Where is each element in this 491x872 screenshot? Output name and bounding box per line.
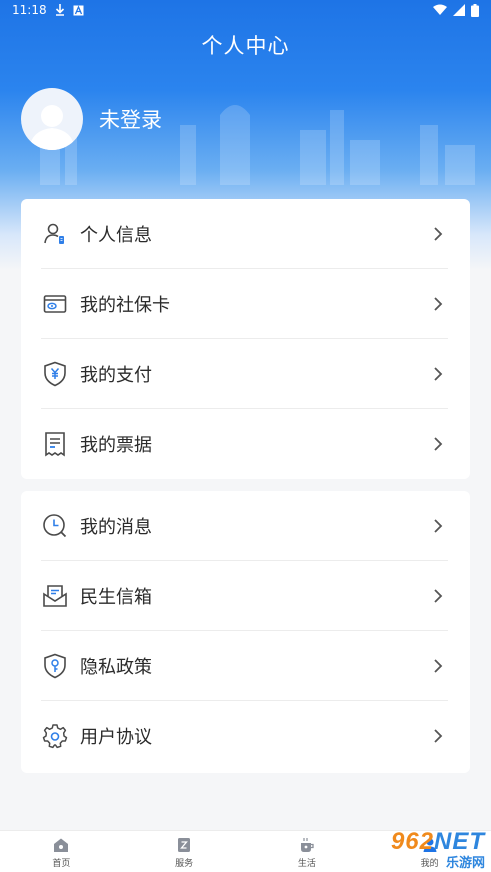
menu-item-mailbox[interactable]: 民生信箱 [21,561,470,631]
menu-item-label: 隐私政策 [80,657,152,678]
life-cup-icon [300,838,314,852]
chevron-right-icon [434,589,443,603]
menu-item-label: 我的支付 [80,365,152,386]
signal-icon [453,4,465,16]
chevron-right-icon [434,729,443,743]
tab-label: 首页 [52,859,71,869]
avatar[interactable] [21,88,83,150]
menu-item-label: 用户协议 [80,727,152,748]
watermark-number: 962 [390,827,434,855]
chevron-right-icon [434,659,443,673]
menu-item-my-receipts[interactable]: 我的票据 [21,409,470,479]
menu-group-account: 个人信息 我的社保卡 我的支付 我的票据 [21,199,470,479]
menu-item-label: 个人信息 [80,225,152,246]
tab-label: 生活 [297,859,316,869]
menu-item-privacy-policy[interactable]: 隐私政策 [21,631,470,701]
status-bar: 11:18 [0,0,491,20]
menu-item-label: 我的消息 [80,517,152,538]
watermark-subtitle: 乐游网 [445,855,485,871]
profile-section[interactable]: 未登录 [21,88,162,150]
service-icon [178,838,191,852]
payment-shield-icon [42,361,68,387]
menu-item-my-messages[interactable]: 我的消息 [21,491,470,561]
watermark-net: NET [434,827,485,855]
user-info-icon [42,221,68,247]
page-title: 个人中心 [201,34,290,58]
chevron-right-icon [434,297,443,311]
menu-item-label: 我的社保卡 [80,295,170,316]
menu-item-user-agreement[interactable]: 用户协议 [21,701,470,771]
mailbox-icon [42,583,68,609]
site-watermark: 962NET 乐游网 [350,826,491,872]
menu-item-my-payment[interactable]: 我的支付 [21,339,470,409]
social-card-icon [42,291,68,317]
menu-item-label: 我的票据 [80,435,152,456]
battery-icon [471,3,479,17]
chevron-right-icon [434,437,443,451]
chevron-right-icon [434,367,443,381]
settings-gear-icon [42,723,68,749]
message-clock-icon [42,513,68,539]
tab-home[interactable]: 首页 [0,831,123,872]
home-icon [54,838,69,852]
tab-label: 服务 [175,859,194,869]
chevron-right-icon [434,519,443,533]
status-time: 11:18 [12,3,47,17]
menu-group-info: 我的消息 民生信箱 隐私政策 用户协议 [21,491,470,773]
wifi-icon [433,4,447,15]
download-icon [55,4,64,16]
a-badge-icon [73,4,84,15]
chevron-right-icon [434,227,443,241]
login-status-label[interactable]: 未登录 [99,104,162,134]
menu-item-personal-info[interactable]: 个人信息 [21,199,470,269]
menu-item-label: 民生信箱 [80,587,152,608]
receipt-icon [42,431,68,457]
default-avatar-icon [29,105,75,150]
menu-item-social-card[interactable]: 我的社保卡 [21,269,470,339]
privacy-shield-icon [42,653,68,679]
tab-service[interactable]: 服务 [123,831,246,872]
